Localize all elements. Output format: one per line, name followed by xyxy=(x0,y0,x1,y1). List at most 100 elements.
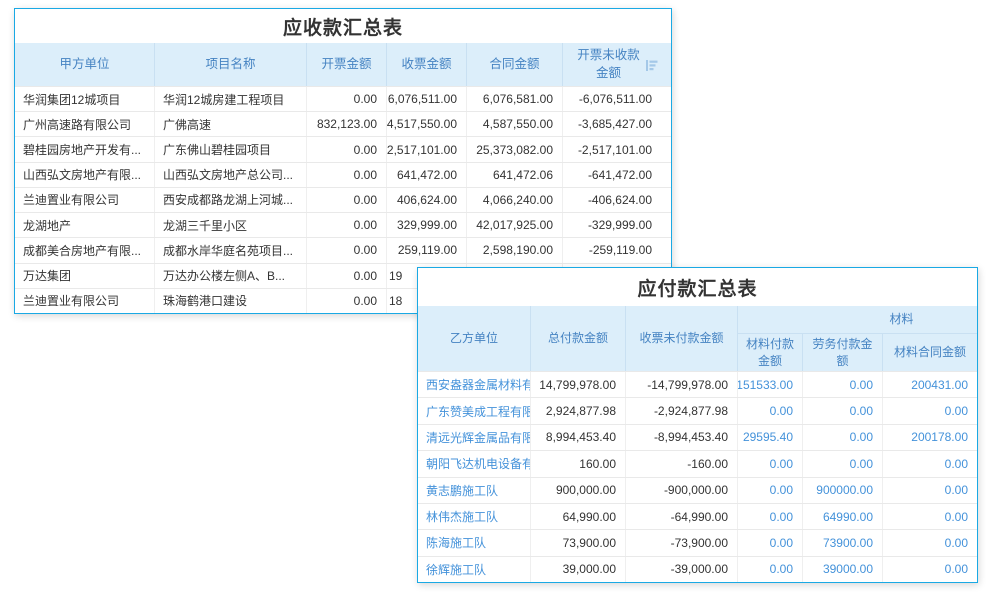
group-header-label: 材料 xyxy=(889,311,913,328)
cell: -329,999.00 xyxy=(563,213,671,237)
table-row[interactable]: 清远光辉金属品有限8,994,453.40-8,994,453.4029595.… xyxy=(418,424,977,450)
payable-column-header-0: 乙方单位 xyxy=(418,306,531,371)
table-row[interactable]: 朝阳飞达机电设备有160.00-160.000.000.000.00 xyxy=(418,450,977,476)
cell: 成都水岸华庭名苑项目... xyxy=(155,238,307,262)
table-row[interactable]: 林伟杰施工队64,990.00-64,990.000.0064990.000.0… xyxy=(418,503,977,529)
cell: 0.00 xyxy=(803,425,883,450)
cell: 0.00 xyxy=(307,238,387,262)
cell: 广佛高速 xyxy=(155,112,307,136)
cell: 8,994,453.40 xyxy=(531,425,626,450)
table-row[interactable]: 龙湖地产龙湖三千里小区0.00329,999.0042,017,925.00-3… xyxy=(15,212,671,237)
company-link[interactable]: 清远光辉金属品有限 xyxy=(418,425,531,450)
company-link[interactable]: 西安盎器金属材料有 xyxy=(418,372,531,397)
cell: 200178.00 xyxy=(883,425,977,450)
table-row[interactable]: 兰迪置业有限公司西安成都路龙湖上河城...0.00406,624.004,066… xyxy=(15,187,671,212)
cell: 160.00 xyxy=(531,451,626,476)
table-row[interactable]: 成都美合房地产有限...成都水岸华庭名苑项目...0.00259,119.002… xyxy=(15,237,671,262)
cell: -900,000.00 xyxy=(626,478,738,503)
table-row[interactable]: 广州高速路有限公司广佛高速832,123.004,517,550.004,587… xyxy=(15,111,671,136)
payable-table-title: 应付款汇总表 xyxy=(418,268,977,306)
cell: 0.00 xyxy=(307,163,387,187)
cell: 龙湖三千里小区 xyxy=(155,213,307,237)
cell: 14,799,978.00 xyxy=(531,372,626,397)
cell: 0.00 xyxy=(738,451,803,476)
table-row[interactable]: 陈海施工队73,900.00-73,900.000.0073900.000.00 xyxy=(418,529,977,555)
table-row[interactable]: 山西弘文房地产有限...山西弘文房地产总公司...0.00641,472.006… xyxy=(15,162,671,187)
company-link[interactable]: 徐辉施工队 xyxy=(418,557,531,582)
cell: 200431.00 xyxy=(883,372,977,397)
cell: 0.00 xyxy=(738,530,803,555)
column-header-label: 收票未付款金额 xyxy=(639,330,723,347)
company-link[interactable]: 广东赞美成工程有限 xyxy=(418,398,531,423)
cell: -64,990.00 xyxy=(626,504,738,529)
cell: 832,123.00 xyxy=(307,112,387,136)
cell: -73,900.00 xyxy=(626,530,738,555)
cell: 万达办公楼左侧A、B... xyxy=(155,264,307,288)
column-header-label: 总付款金额 xyxy=(548,330,608,347)
cell: 42,017,925.00 xyxy=(467,213,563,237)
table-row[interactable]: 西安盎器金属材料有14,799,978.00-14,799,978.001515… xyxy=(418,371,977,397)
receivable-column-header-2: 开票金额 xyxy=(307,43,387,86)
cell: -2,517,101.00 xyxy=(563,137,671,161)
cell: -160.00 xyxy=(626,451,738,476)
cell: -6,076,511.00 xyxy=(563,87,671,111)
cell: 碧桂园房地产开发有... xyxy=(15,137,155,161)
cell: -406,624.00 xyxy=(563,188,671,212)
cell: 406,624.00 xyxy=(387,188,467,212)
cell: 0.00 xyxy=(883,398,977,423)
cell: 900,000.00 xyxy=(531,478,626,503)
column-header-label: 乙方单位 xyxy=(450,330,498,347)
table-row[interactable]: 广东赞美成工程有限2,924,877.98-2,924,877.980.000.… xyxy=(418,397,977,423)
cell: 29595.40 xyxy=(738,425,803,450)
cell: 641,472.06 xyxy=(467,163,563,187)
payable-group-subheaders: 材料付款金额劳务付款金额 材料合同金额 xyxy=(738,334,977,371)
receivable-column-header-5[interactable]: 开票未收款金额 xyxy=(563,43,671,86)
company-link[interactable]: 朝阳飞达机电设备有 xyxy=(418,451,531,476)
column-header-label: 劳务付款金额 xyxy=(811,336,874,370)
cell: 龙湖地产 xyxy=(15,213,155,237)
cell: 广东佛山碧桂园项目 xyxy=(155,137,307,161)
cell: 山西弘文房地产总公司... xyxy=(155,163,307,187)
cell: 900000.00 xyxy=(803,478,883,503)
table-row[interactable]: 徐辉施工队39,000.00-39,000.000.0039000.000.00 xyxy=(418,556,977,582)
company-link[interactable]: 陈海施工队 xyxy=(418,530,531,555)
cell: 华润集团12城项目 xyxy=(15,87,155,111)
cell: 641,472.00 xyxy=(387,163,467,187)
cell: 兰迪置业有限公司 xyxy=(15,188,155,212)
cell: -8,994,453.40 xyxy=(626,425,738,450)
cell: 0.00 xyxy=(883,451,977,476)
cell: 6,076,581.00 xyxy=(467,87,563,111)
cell: 成都美合房地产有限... xyxy=(15,238,155,262)
cell: 4,066,240.00 xyxy=(467,188,563,212)
cell: -641,472.00 xyxy=(563,163,671,187)
receivable-table-title: 应收款汇总表 xyxy=(15,9,671,43)
cell: 0.00 xyxy=(307,213,387,237)
cell: 39000.00 xyxy=(803,557,883,582)
cell: 73,900.00 xyxy=(531,530,626,555)
cell: 华润12城房建工程项目 xyxy=(155,87,307,111)
cell: 0.00 xyxy=(738,504,803,529)
cell: -3,685,427.00 xyxy=(563,112,671,136)
table-row[interactable]: 华润集团12城项目华润12城房建工程项目0.006,076,511.006,07… xyxy=(15,86,671,111)
receivable-column-header-3: 收票金额 xyxy=(387,43,467,86)
receivable-table-header: 甲方单位项目名称开票金额收票金额合同金额开票未收款金额 xyxy=(15,43,671,86)
table-row[interactable]: 碧桂园房地产开发有...广东佛山碧桂园项目0.002,517,101.0025,… xyxy=(15,136,671,161)
sort-icon[interactable] xyxy=(645,60,658,71)
cell: 64,990.00 xyxy=(531,504,626,529)
cell: 259,119.00 xyxy=(387,238,467,262)
cell: 西安成都路龙湖上河城... xyxy=(155,188,307,212)
cell: 珠海鹤港口建设 xyxy=(155,289,307,313)
column-header-label: 甲方单位 xyxy=(59,56,109,74)
payable-table-body: 西安盎器金属材料有14,799,978.00-14,799,978.001515… xyxy=(418,371,977,582)
cell: 151533.00 xyxy=(738,372,803,397)
cell: 广州高速路有限公司 xyxy=(15,112,155,136)
payable-subcolumn-header-0: 材料付款金额 xyxy=(738,334,803,371)
cell: 0.00 xyxy=(883,557,977,582)
company-link[interactable]: 黄志鹏施工队 xyxy=(418,478,531,503)
table-row[interactable]: 黄志鹏施工队900,000.00-900,000.000.00900000.00… xyxy=(418,477,977,503)
receivable-column-header-4: 合同金额 xyxy=(467,43,563,86)
cell: 山西弘文房地产有限... xyxy=(15,163,155,187)
company-link[interactable]: 林伟杰施工队 xyxy=(418,504,531,529)
column-header-label: 材料付款金额 xyxy=(742,336,798,370)
column-header-label: 材料合同金额 xyxy=(894,344,966,361)
